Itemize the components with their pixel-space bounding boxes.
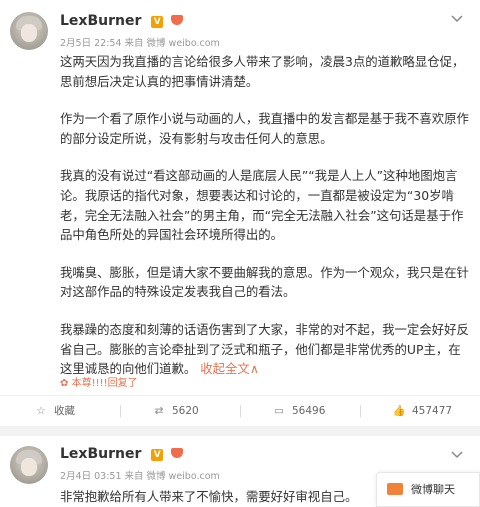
verified-v-icon: V [151, 16, 164, 28]
collapse-link[interactable]: 收起全文∧ [200, 361, 259, 376]
username[interactable]: LexBurner [60, 446, 141, 462]
post-paragraph: 这两天因为我直播的言论给很多人带来了影响，凌晨3点的道歉略显仓促，思前想后决定认… [60, 54, 465, 89]
collapse-label: 收起全文 [200, 361, 250, 377]
repost-icon: ⇄ [154, 405, 164, 417]
divider [240, 405, 241, 417]
like-button[interactable]: 👍 457477 [392, 396, 452, 426]
chevron-down-icon[interactable] [450, 448, 464, 459]
post-body: 这两天因为我直播的言论给很多人带来了影响，凌晨3点的道歉略显仓促，思前想后决定认… [60, 52, 470, 379]
username-row: LexBurner V [60, 446, 184, 462]
avatar-face [21, 24, 37, 42]
avatar[interactable] [10, 446, 48, 484]
post-paragraph: 作为一个看了原作小说与动画的人，我直播中的发言都是基于我不喜欢原作的部分设定所说… [60, 111, 469, 146]
star-icon: ☆ [36, 405, 46, 417]
collapse-arrow: ∧ [249, 361, 259, 377]
weibo-chat-button[interactable]: 微博聊天 [376, 472, 480, 507]
divider [120, 405, 121, 417]
comment-button[interactable]: ▭ 56496 [272, 396, 325, 426]
thumbs-up-icon: 👍 [392, 405, 406, 417]
post-meta: 2月4日 03:51 来自 微博 weibo.com [60, 471, 220, 482]
author-replied-badge[interactable]: ✿ 本尊!!!!回复了 [60, 374, 138, 389]
comment-count: 56496 [292, 405, 326, 417]
repost-button[interactable]: ⇄ 5620 [152, 396, 199, 426]
comment-icon: ▭ [274, 405, 284, 417]
post-paragraph-text: 我暴躁的态度和刻薄的话语伤害到了大家，非常的对不起，我一定会好好反省自己。膨胀的… [60, 321, 469, 377]
post-meta: 2月5日 22:54 来自 微博 weibo.com [60, 38, 220, 49]
vip-crown-icon[interactable] [171, 448, 184, 458]
chevron-down-icon[interactable] [450, 12, 464, 23]
weibo-post: LexBurner V 2月5日 22:54 来自 微博 weibo.com 这… [0, 0, 480, 426]
post-paragraph: 我真的没有说过“看这部动画的人是底层人民”“我是人上人”这种地图炮言论。我原话的… [60, 168, 464, 243]
post-paragraph: 我暴躁的态度和刻薄的话语伤害到了大家，非常的对不起，我一定会好好反省自己。膨胀的… [60, 320, 470, 379]
repost-count: 5620 [172, 405, 199, 417]
vip-crown-icon[interactable] [171, 15, 184, 25]
chat-label: 微博聊天 [411, 483, 455, 496]
favorite-button[interactable]: ☆ 收藏 [34, 396, 75, 426]
post-paragraph: 我嘴臭、膨胀，但是请大家不要曲解我的意思。作为一个观众，我只是在针对这部作品的特… [60, 264, 469, 300]
avatar[interactable] [10, 12, 48, 50]
favorite-label: 收藏 [54, 405, 75, 417]
avatar-face [21, 458, 37, 476]
author-replied-label: 本尊!!!!回复了 [71, 378, 138, 389]
post-separator [0, 426, 480, 436]
flower-icon: ✿ [60, 378, 69, 389]
post-actions: ☆ 收藏 ⇄ 5620 ▭ 56496 👍 457477 [0, 395, 480, 426]
divider [360, 405, 361, 417]
like-count: 457477 [412, 405, 453, 417]
chat-icon [387, 483, 403, 495]
username[interactable]: LexBurner [60, 13, 141, 29]
username-row: LexBurner V [60, 13, 184, 29]
verified-v-icon: V [151, 449, 164, 461]
